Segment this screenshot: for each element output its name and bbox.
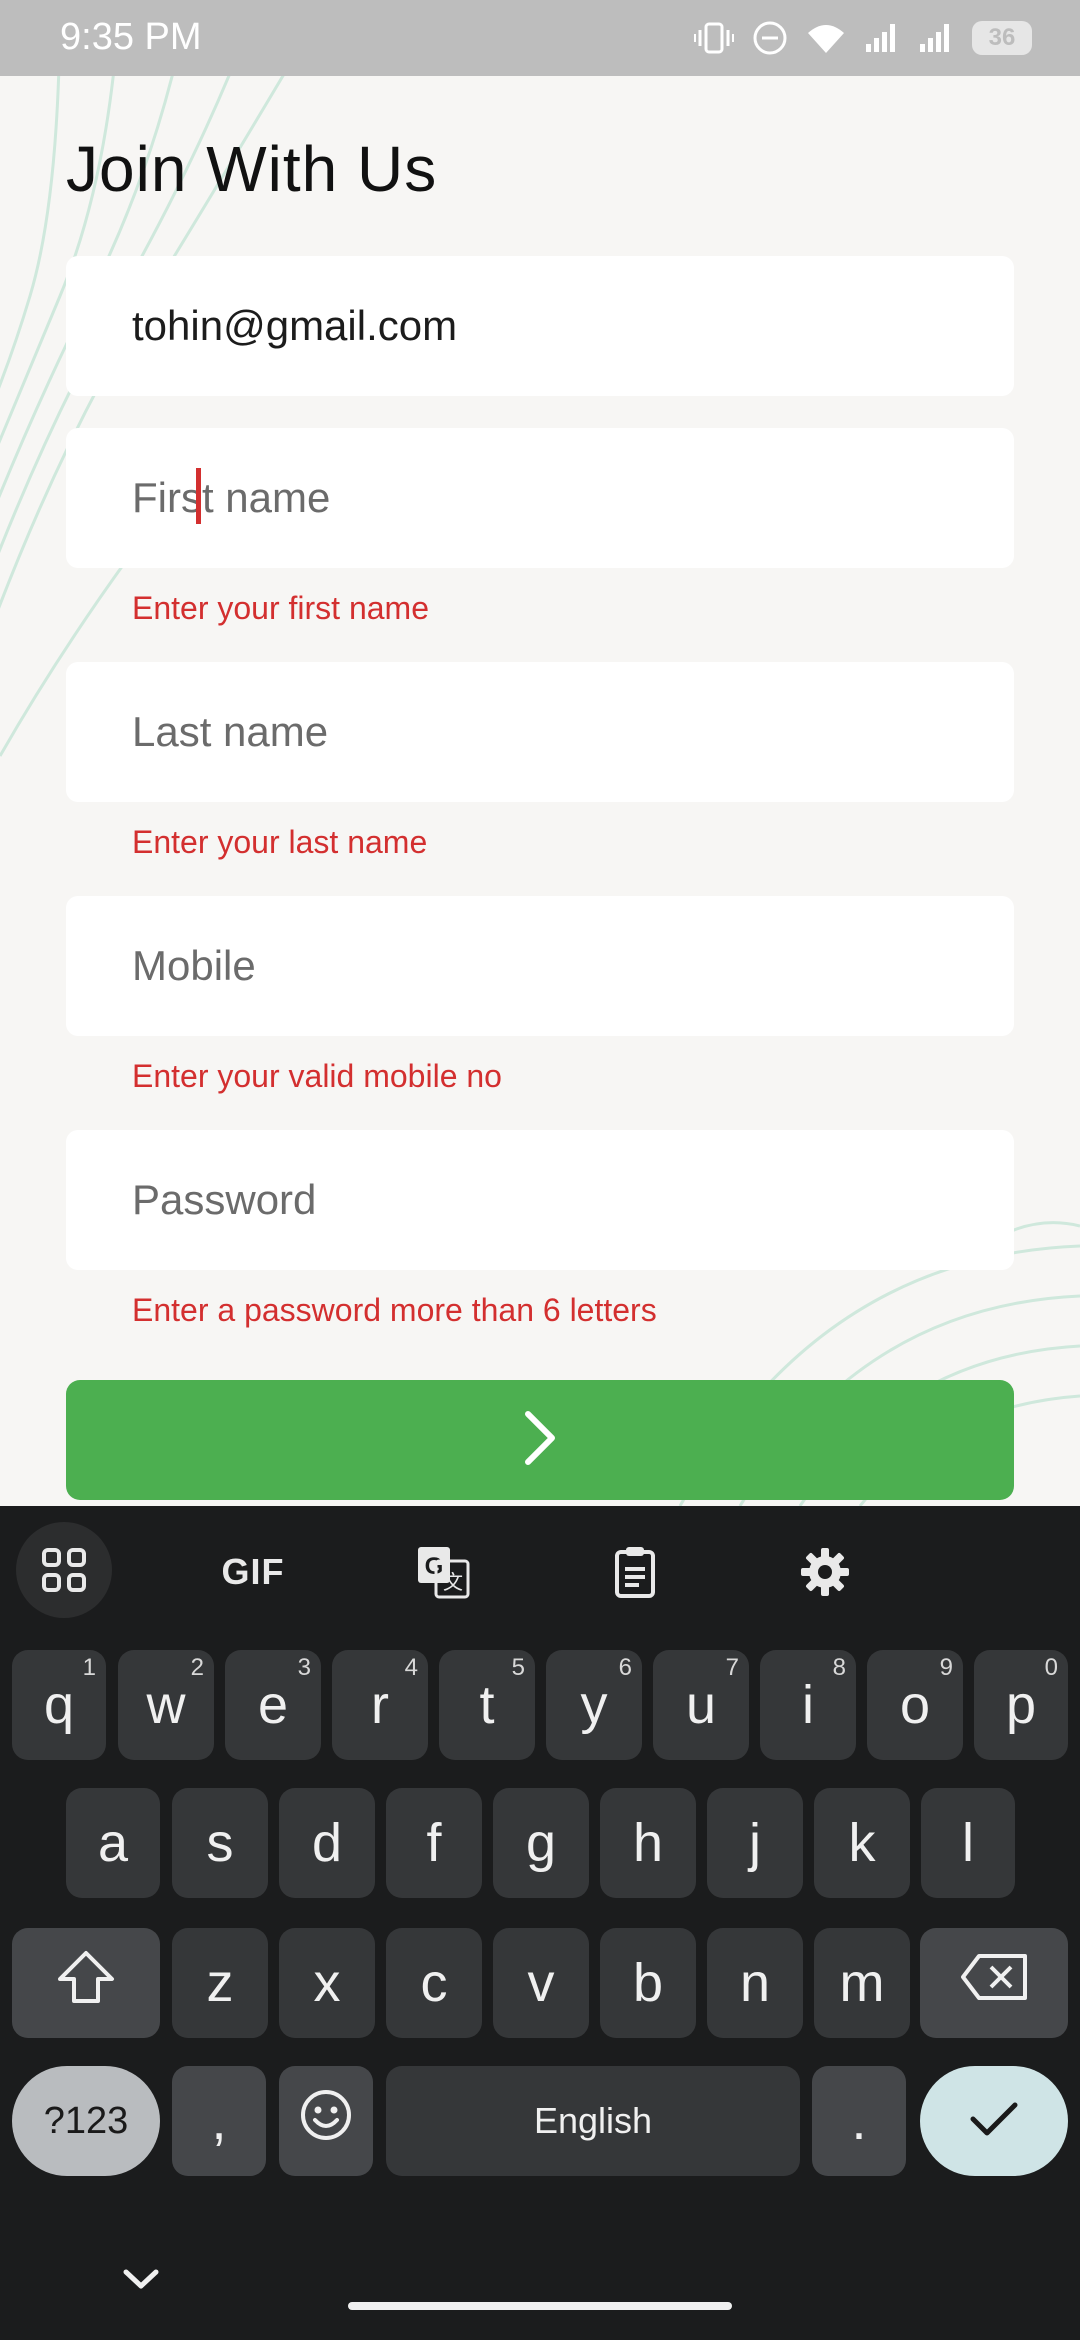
mobile-error: Enter your valid mobile no (132, 1058, 502, 1094)
symbols-key[interactable]: ?123 (12, 2066, 160, 2176)
comma-key[interactable]: , (172, 2066, 266, 2176)
status-bar: 9:35 PM 36 (0, 0, 1080, 76)
home-indicator[interactable] (348, 2302, 732, 2310)
period-key[interactable]: . (812, 2066, 906, 2176)
key-label: y (580, 1675, 608, 1735)
text-cursor (196, 468, 201, 524)
key-j[interactable]: j (707, 1788, 803, 1898)
key-hint: 9 (939, 1654, 953, 1681)
submit-button[interactable] (66, 1380, 1014, 1500)
last-name-placeholder: Last name (132, 708, 329, 755)
key-f[interactable]: f (386, 1788, 482, 1898)
key-e[interactable]: e3 (225, 1650, 321, 1760)
key-label: e (257, 1675, 289, 1735)
chevron-right-icon (518, 1408, 562, 1473)
key-h[interactable]: h (600, 1788, 696, 1898)
key-t[interactable]: t5 (439, 1650, 535, 1760)
key-hint: 3 (297, 1654, 311, 1681)
shift-key[interactable] (12, 1928, 160, 2038)
key-label: t (479, 1675, 495, 1735)
gif-label: GIF (221, 1551, 285, 1592)
key-hint: 6 (618, 1654, 632, 1681)
key-hint: 1 (82, 1654, 96, 1681)
key-hint: 7 (725, 1654, 739, 1681)
svg-text:文: 文 (443, 1570, 463, 1594)
settings-gear-icon[interactable] (770, 1528, 880, 1616)
key-d[interactable]: d (279, 1788, 375, 1898)
key-hint: 4 (404, 1654, 418, 1681)
translate-icon[interactable]: G文 (388, 1528, 498, 1616)
hide-keyboard-icon[interactable] (118, 2264, 164, 2299)
mobile-placeholder: Mobile (132, 942, 256, 989)
key-hint: 0 (1044, 1654, 1058, 1681)
key-q[interactable]: q1 (12, 1650, 106, 1760)
enter-key[interactable] (920, 2066, 1068, 2176)
key-i[interactable]: i8 (760, 1650, 856, 1760)
last-name-error: Enter your last name (132, 824, 428, 860)
key-a[interactable]: a (66, 1788, 160, 1898)
key-n[interactable]: n (707, 1928, 803, 2038)
key-r[interactable]: r4 (332, 1650, 428, 1760)
first-name-field[interactable]: First name (66, 428, 1014, 568)
key-k[interactable]: k (814, 1788, 910, 1898)
key-s[interactable]: s (172, 1788, 268, 1898)
status-time: 9:35 PM (60, 16, 202, 58)
key-z[interactable]: z (172, 1928, 268, 2038)
key-label: o (899, 1675, 931, 1735)
clipboard-icon[interactable] (580, 1528, 690, 1616)
shift-icon (56, 1949, 116, 2018)
password-error: Enter a password more than 6 letters (132, 1292, 657, 1328)
key-m[interactable]: m (814, 1928, 910, 2038)
emoji-icon (299, 2088, 353, 2155)
key-hint: 8 (832, 1654, 846, 1681)
email-value: tohin@gmail.com (132, 302, 458, 349)
first-name-placeholder: First name (132, 474, 331, 521)
key-p[interactable]: p0 (974, 1650, 1068, 1760)
key-hint: 2 (190, 1654, 204, 1681)
key-label: q (43, 1675, 75, 1735)
gif-button[interactable]: GIF (198, 1528, 308, 1616)
key-v[interactable]: v (493, 1928, 589, 2038)
keyboard-toolbar: GIF G文 (0, 1506, 1080, 1626)
vibrate-icon (694, 20, 734, 56)
key-label: w (146, 1675, 186, 1735)
first-name-error: Enter your first name (132, 590, 429, 626)
status-icons: 36 (694, 18, 1032, 58)
apps-grid-icon[interactable] (16, 1522, 112, 1618)
key-label: i (802, 1675, 814, 1735)
key-label: r (371, 1675, 389, 1735)
key-w[interactable]: w2 (118, 1650, 214, 1760)
key-y[interactable]: y6 (546, 1650, 642, 1760)
key-c[interactable]: c (386, 1928, 482, 2038)
signal-icon-1 (864, 22, 900, 54)
dnd-icon (752, 20, 788, 56)
last-name-field[interactable]: Last name (66, 662, 1014, 802)
key-hint: 5 (511, 1654, 525, 1681)
battery-icon: 36 (972, 21, 1032, 55)
password-field[interactable]: Password (66, 1130, 1014, 1270)
key-x[interactable]: x (279, 1928, 375, 2038)
soft-keyboard: GIF G文 q1 w2 e3 r4 t5 y6 u7 i8 o9 p0 a s… (0, 1506, 1080, 2340)
backspace-key[interactable] (920, 1928, 1068, 2038)
email-field[interactable]: tohin@gmail.com (66, 256, 1014, 396)
key-u[interactable]: u7 (653, 1650, 749, 1760)
key-l[interactable]: l (921, 1788, 1015, 1898)
key-b[interactable]: b (600, 1928, 696, 2038)
wifi-icon (806, 21, 846, 55)
key-label: u (685, 1675, 717, 1735)
mobile-field[interactable]: Mobile (66, 896, 1014, 1036)
svg-text:G: G (425, 1553, 444, 1580)
key-label: p (1005, 1675, 1037, 1735)
page-title: Join With Us (66, 133, 438, 205)
key-o[interactable]: o9 (867, 1650, 963, 1760)
emoji-key[interactable] (279, 2066, 373, 2176)
checkmark-icon (969, 2090, 1019, 2152)
backspace-icon (959, 1952, 1029, 2015)
space-key[interactable]: English (386, 2066, 800, 2176)
key-g[interactable]: g (493, 1788, 589, 1898)
signal-icon-2 (918, 22, 954, 54)
password-placeholder: Password (132, 1176, 317, 1223)
